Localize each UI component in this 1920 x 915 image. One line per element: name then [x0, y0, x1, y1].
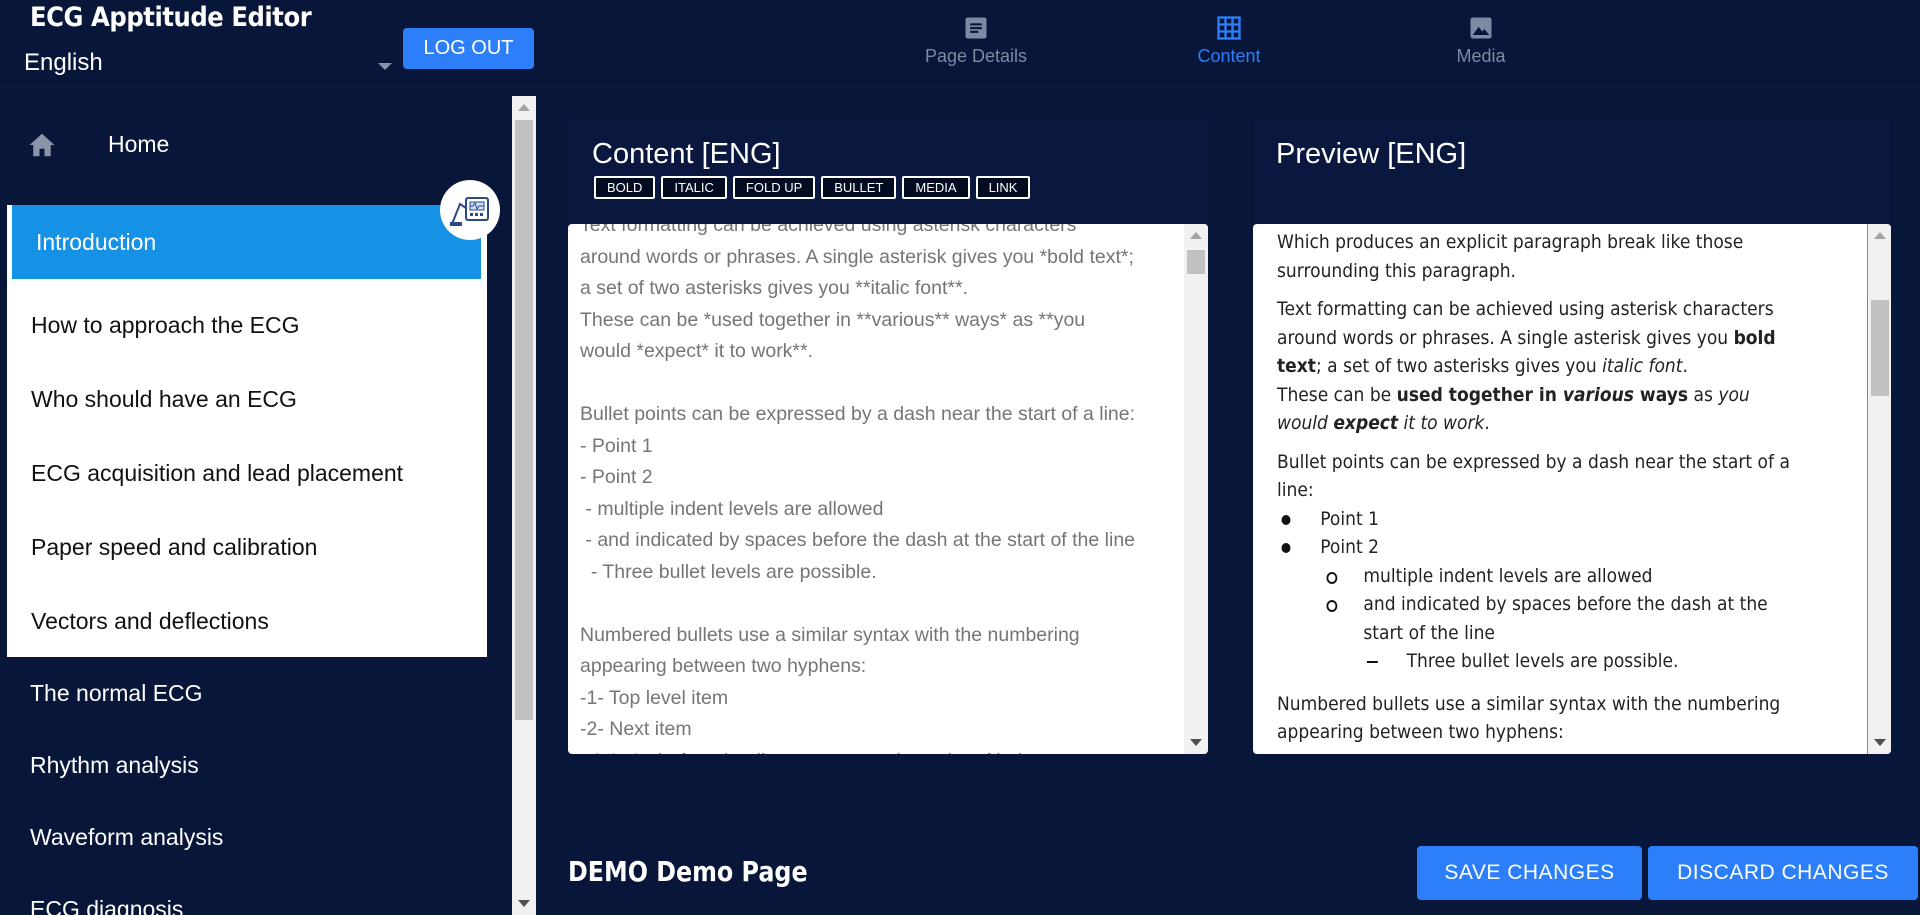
scroll-down-icon[interactable]	[518, 900, 530, 907]
sidebar-scrollbar[interactable]	[512, 96, 536, 915]
preview-text: Text formatting can be achieved using as…	[1277, 298, 1774, 349]
tab-label: Page Details	[924, 46, 1028, 66]
image-icon	[1470, 17, 1492, 39]
home-icon	[29, 133, 55, 157]
sidebar-item-vectors[interactable]: Vectors and deflections	[7, 584, 487, 658]
sidebar-item-paper-speed[interactable]: Paper speed and calibration	[7, 510, 487, 584]
media-button[interactable]: MEDIA	[902, 176, 970, 199]
preview-content: Which produces an explicit paragraph bre…	[1277, 228, 1790, 754]
scroll-thumb[interactable]	[1871, 300, 1889, 396]
bold-button[interactable]: BOLD	[594, 176, 656, 199]
scroll-down-icon[interactable]	[1874, 739, 1886, 746]
italic-button[interactable]: ITALIC	[661, 176, 727, 199]
top-bar: ECG Apptitude Editor English LOG OUT Pag…	[0, 0, 1920, 88]
save-changes-button[interactable]: SAVE CHANGES	[1417, 846, 1642, 900]
editor-header	[568, 120, 1208, 230]
tab-label: Media	[1456, 46, 1506, 66]
sidebar-item-waveform[interactable]: Waveform analysis	[30, 824, 223, 851]
bullet-item: Three bullet levels are possible.	[1277, 647, 1790, 676]
preview-text: as	[1688, 383, 1719, 406]
logout-button[interactable]: LOG OUT	[403, 28, 534, 69]
preview-bold-text: used together in	[1396, 383, 1563, 406]
page-name: DEMO Demo Page	[568, 855, 808, 888]
scroll-up-icon[interactable]	[518, 104, 530, 111]
tab-media[interactable]: Media	[1401, 14, 1561, 74]
preview-paragraph: Text formatting can be achieved using as…	[1277, 295, 1790, 438]
ecg-machine-icon	[440, 180, 500, 240]
content-textarea[interactable]: Text formatting can be achieved using as…	[580, 224, 1180, 754]
preview-title: Preview [ENG]	[1276, 138, 1467, 170]
document-icon	[965, 17, 987, 39]
preview-scrollbar[interactable]	[1867, 224, 1891, 754]
scroll-thumb[interactable]	[515, 120, 533, 720]
sidebar-item-introduction[interactable]: Introduction	[12, 205, 481, 279]
sidebar-item-diagnosis[interactable]: ECG diagnosis	[30, 896, 183, 915]
scroll-down-icon[interactable]	[1190, 739, 1202, 746]
bullet-item: Point 2	[1277, 533, 1790, 562]
preview-bold-italic-text: various	[1562, 383, 1634, 406]
bullet-button[interactable]: BULLET	[821, 176, 897, 199]
sidebar-item-home[interactable]: Home	[0, 118, 500, 170]
sidebar-item-normal-ecg[interactable]: The normal ECG	[30, 680, 203, 707]
scroll-thumb[interactable]	[1187, 250, 1205, 274]
sidebar-item-label: Home	[108, 130, 170, 157]
preview-bold-text: ways	[1633, 383, 1689, 406]
sidebar-item-acquisition[interactable]: ECG acquisition and lead placement	[7, 436, 487, 510]
preview-text: ; a set of two asterisks gives you	[1315, 355, 1603, 377]
preview-header	[1253, 120, 1891, 230]
grid-icon	[1217, 16, 1241, 40]
fold-up-button[interactable]: FOLD UP	[732, 176, 816, 199]
tab-label: Content	[1197, 46, 1261, 66]
editor-title: Content [ENG]	[592, 138, 781, 170]
sidebar-item-approach[interactable]: How to approach the ECG	[7, 288, 487, 362]
preview-text: .	[1484, 412, 1490, 434]
preview-bullet-list: Point 1 Point 2 multiple indent levels a…	[1277, 505, 1790, 676]
link-button[interactable]: LINK	[975, 176, 1031, 199]
scroll-up-icon[interactable]	[1874, 232, 1886, 239]
preview-text: .	[1682, 355, 1688, 377]
format-toolbar: BOLD ITALIC FOLD UP BULLET MEDIA LINK	[594, 176, 1031, 199]
bullet-item: and indicated by spaces before the dash …	[1277, 590, 1790, 647]
preview-paragraph: Numbered bullets use a similar syntax wi…	[1277, 692, 1781, 744]
preview-italic-text: italic font	[1602, 355, 1683, 377]
scroll-up-icon[interactable]	[1190, 232, 1202, 239]
preview-paragraph: Which produces an explicit paragraph bre…	[1277, 231, 1744, 282]
app-title: ECG Apptitude Editor	[30, 2, 312, 33]
tab-page-details[interactable]: Page Details	[896, 14, 1056, 74]
bullet-item: multiple indent levels are allowed	[1277, 562, 1790, 591]
sidebar-item-rhythm[interactable]: Rhythm analysis	[30, 752, 199, 779]
preview-panel: Which produces an explicit paragraph bre…	[1253, 224, 1891, 754]
bullet-item: Point 1	[1277, 505, 1790, 534]
discard-changes-button[interactable]: DISCARD CHANGES	[1648, 846, 1918, 900]
sidebar-item-who-should-have[interactable]: Who should have an ECG	[7, 362, 487, 436]
ecg-machine-graphic	[450, 197, 489, 226]
preview-paragraph: Bullet points can be expressed by a dash…	[1277, 450, 1790, 502]
preview-italic-text: it to work	[1398, 412, 1485, 434]
content-editor[interactable]: Text formatting can be achieved using as…	[568, 224, 1208, 754]
preview-text: These can be	[1277, 383, 1397, 406]
editor-scrollbar[interactable]	[1184, 224, 1208, 754]
chevron-down-icon	[378, 62, 392, 70]
preview-bold-italic-text: expect	[1333, 412, 1399, 434]
sidebar-submenu: Introduction How to approach the ECG Who…	[7, 205, 487, 657]
language-value: English	[24, 49, 103, 76]
language-select[interactable]: English	[18, 46, 398, 80]
tab-content[interactable]: Content	[1149, 14, 1309, 74]
